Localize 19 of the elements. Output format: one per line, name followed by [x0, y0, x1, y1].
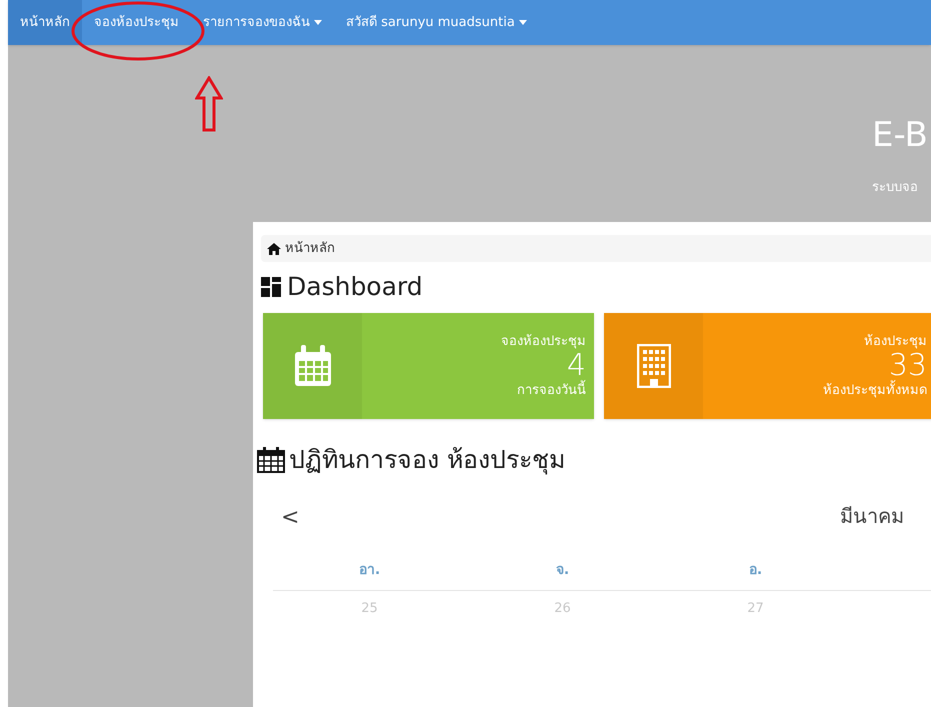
card-label: ห้องประชุม	[864, 332, 927, 350]
nav-link[interactable]: สวัสดี sarunyu muadsuntia	[334, 0, 539, 45]
month-label: มีนาคม	[840, 502, 904, 530]
card-value: 33	[888, 351, 927, 381]
site-subtitle: ระบบจอ	[872, 179, 918, 197]
weekday-header: อ.	[748, 560, 762, 580]
weekday-header: อา.	[358, 560, 380, 580]
calendar-heading: ปฏิทินการจอง ห้องประชุม	[289, 444, 565, 476]
nav-link[interactable]: หน้าหลัก	[8, 0, 82, 45]
weekday-header: จ.	[556, 560, 570, 580]
card-label: จองห้องประชุม	[501, 332, 586, 350]
nav-link[interactable]: รายการจองของฉัน	[191, 0, 334, 45]
dashboard-heading: Dashboard	[287, 274, 423, 299]
card-caption: ห้องประชุมทั้งหมด	[823, 381, 927, 400]
card-value: 4	[566, 351, 586, 381]
breadcrumb-link[interactable]: หน้าหลัก	[285, 238, 335, 258]
previous-month-button[interactable]: <	[281, 500, 300, 534]
card-caption: การจองวันนี้	[517, 381, 586, 400]
site-title: E-B	[872, 118, 928, 152]
